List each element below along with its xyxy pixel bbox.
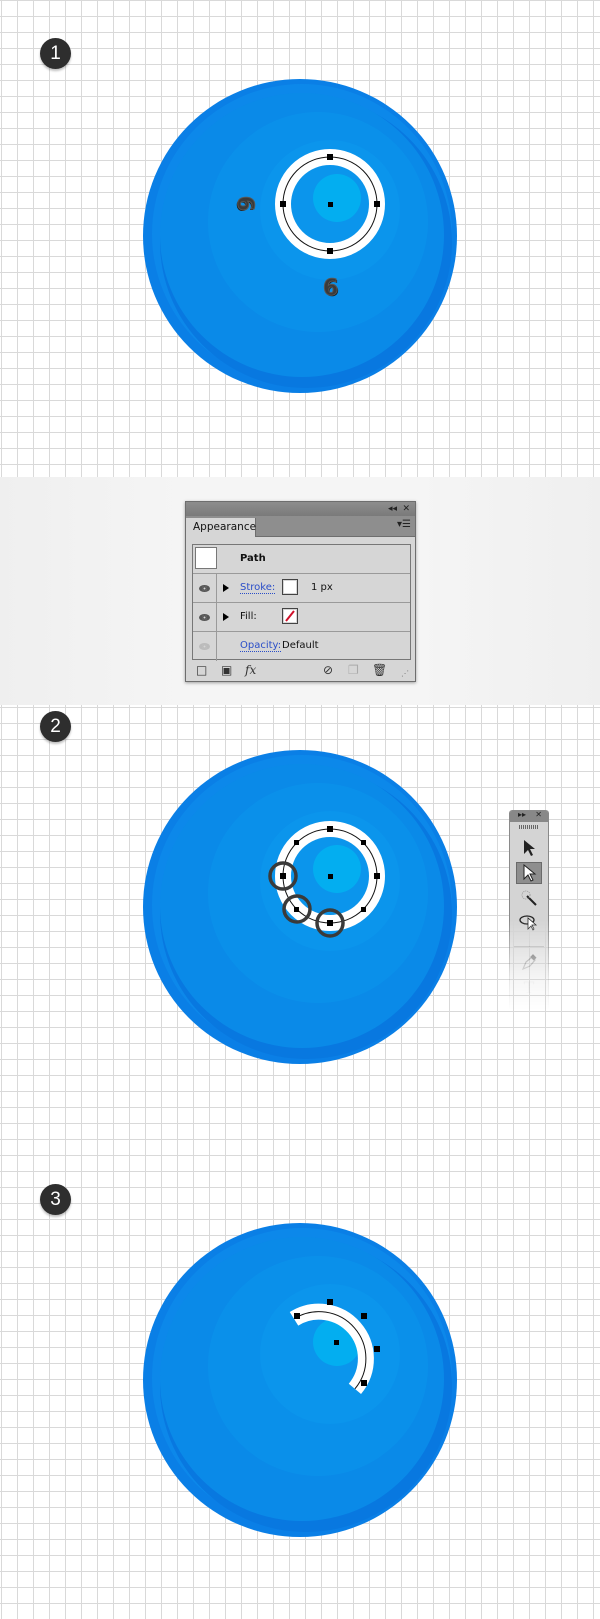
eye-icon[interactable] bbox=[199, 613, 210, 621]
step-1-illustration: 6 6 bbox=[0, 66, 600, 406]
disc-artwork bbox=[143, 79, 457, 393]
selection-tool[interactable] bbox=[516, 837, 542, 859]
pen-nib-icon bbox=[521, 954, 537, 971]
direct-selection-arrow-icon bbox=[523, 864, 537, 882]
magic-wand-icon bbox=[521, 890, 537, 906]
step-badge-1: 1 bbox=[40, 38, 71, 69]
expand-triangle-icon[interactable] bbox=[223, 613, 229, 621]
toolbox-header[interactable]: ▸▸ ✕ bbox=[510, 810, 548, 822]
magic-wand-tool[interactable] bbox=[516, 887, 542, 909]
selection-arrow-icon bbox=[524, 840, 535, 856]
disc-artwork bbox=[143, 1223, 457, 1537]
object-row[interactable]: Path bbox=[193, 545, 410, 574]
dimension-label-left: 6 bbox=[232, 195, 258, 212]
anchor-point-top bbox=[327, 154, 333, 160]
stroke-row[interactable]: Stroke: 1 px bbox=[193, 574, 410, 603]
expand-triangle-icon[interactable] bbox=[223, 584, 229, 592]
step-3-illustration bbox=[0, 1210, 600, 1550]
stroke-swatch[interactable] bbox=[282, 579, 298, 595]
toolbox-separator bbox=[514, 946, 544, 947]
object-thumbnail bbox=[195, 547, 217, 569]
fill-label: Fill: bbox=[240, 611, 257, 622]
lasso-icon bbox=[519, 915, 538, 931]
center-point bbox=[328, 202, 333, 207]
resize-grip-icon[interactable]: ⋰ bbox=[401, 667, 409, 681]
dimension-label-bottom: 6 bbox=[322, 276, 339, 302]
appearance-attributes-list: Path Stroke: 1 px Fill: Opacity: Default bbox=[192, 544, 411, 661]
duplicate-item-icon[interactable]: ❐ bbox=[348, 663, 359, 677]
object-type-label: Path bbox=[240, 553, 266, 564]
panel-titlebar[interactable]: ◂◂ ✕ bbox=[186, 502, 415, 516]
opacity-value: Default bbox=[282, 640, 319, 651]
stroke-weight-value: 1 px bbox=[311, 582, 333, 593]
direct-selection-tool[interactable] bbox=[516, 862, 542, 884]
trash-icon[interactable]: 🗑 bbox=[372, 663, 387, 677]
disc-highlight bbox=[313, 174, 361, 222]
anchor-point-right bbox=[374, 201, 380, 207]
add-new-stroke-icon[interactable]: □ bbox=[196, 663, 207, 677]
appearance-panel: ◂◂ ✕ Appearance ▾☰ Path Stroke: 1 px Fil… bbox=[185, 501, 416, 682]
panel-tab-row: Appearance ▾☰ bbox=[186, 516, 415, 537]
double-chevron-left-icon[interactable]: ◂◂ bbox=[388, 502, 397, 516]
lasso-tool[interactable] bbox=[516, 911, 542, 933]
disc-highlight bbox=[313, 845, 361, 893]
opacity-link[interactable]: Opacity: bbox=[240, 640, 282, 652]
add-new-effect-icon[interactable]: fx bbox=[245, 663, 256, 677]
center-point bbox=[334, 1340, 339, 1345]
opacity-row[interactable]: Opacity: Default bbox=[193, 632, 410, 661]
clear-appearance-icon[interactable]: ⊘ bbox=[323, 663, 333, 677]
tab-appearance[interactable]: Appearance bbox=[186, 518, 256, 537]
expand-toolbox-icon[interactable]: ▸▸ bbox=[518, 810, 526, 819]
fill-swatch-none[interactable] bbox=[282, 608, 298, 624]
stroke-link[interactable]: Stroke: bbox=[240, 582, 276, 594]
blue-disc bbox=[143, 1223, 457, 1537]
toolbox-grip[interactable] bbox=[519, 825, 539, 829]
close-icon[interactable]: ✕ bbox=[535, 810, 542, 819]
close-icon[interactable]: ✕ bbox=[402, 502, 410, 516]
anchor-point-left bbox=[280, 201, 286, 207]
center-point bbox=[328, 874, 333, 879]
add-new-fill-icon[interactable]: ▣ bbox=[221, 663, 232, 677]
panel-footer: □ ▣ fx ⊘ ❐ 🗑 ⋰ bbox=[186, 659, 415, 681]
type-tool[interactable]: T bbox=[516, 976, 542, 998]
anchor-point-bottom bbox=[327, 248, 333, 254]
panel-menu-icon[interactable]: ▾☰ bbox=[397, 519, 411, 530]
pen-tool[interactable] bbox=[516, 951, 542, 973]
none-slash-icon bbox=[285, 610, 295, 622]
eye-icon[interactable] bbox=[199, 584, 210, 592]
eye-icon[interactable] bbox=[199, 643, 210, 650]
tools-panel: ▸▸ ✕ T bbox=[509, 810, 549, 1010]
fill-row[interactable]: Fill: bbox=[193, 603, 410, 632]
